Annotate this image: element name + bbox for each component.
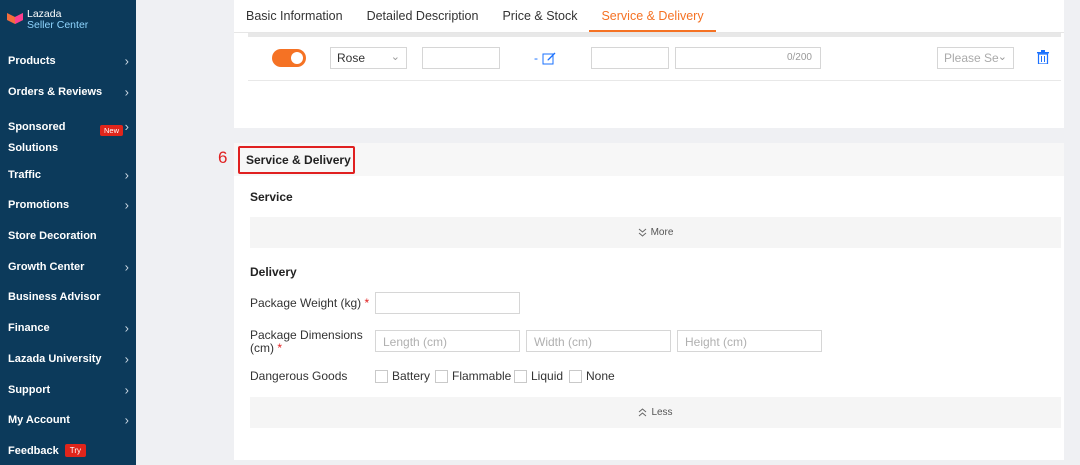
sidebar-item-growth-center[interactable]: Growth Center › [0,251,136,282]
sidebar-item-label: Business Advisor [8,291,101,304]
seller-sku-input[interactable] [422,47,500,69]
none-checkbox[interactable] [569,369,582,383]
sidebar-item-label: Sponsored [8,121,66,134]
service-delivery-card: Service & Delivery Service More Delivery… [234,143,1064,460]
sidebar-item-feedback[interactable]: Feedback Try [0,436,136,465]
service-heading: Service [250,190,293,204]
dangerous-goods-label: Dangerous Goods [250,369,348,383]
chevron-down-icon: ⌄ [997,51,1007,63]
sidebar-item-label: Growth Center [8,260,85,273]
chevron-right-icon: › [124,84,129,100]
required-mark: * [364,296,370,310]
sidebar-item-label: Promotions [8,199,70,212]
tab-bar: Basic Information Detailed Description P… [234,0,716,32]
sidebar-item-label: Lazada University [8,352,102,365]
sidebar-item-products[interactable]: Products › [0,46,136,77]
dangerous-goods-none[interactable]: None [569,369,615,383]
sidebar-item-sponsored-solutions[interactable]: Sponsored Solutions › New [0,107,136,159]
sidebar-item-label: Feedback [8,444,59,457]
chevron-right-icon: › [124,119,129,135]
sidebar-item-my-account[interactable]: My Account › [0,405,136,436]
sidebar-nav: Products › Orders & Reviews › Sponsored … [0,46,136,465]
tab-service-delivery[interactable]: Service & Delivery [589,0,716,32]
package-dimensions-label: Package Dimensions (cm) * [250,328,363,355]
sidebar-item-label: Traffic [8,168,42,181]
sidebar-item-support[interactable]: Support › [0,374,136,405]
tab-price-stock[interactable]: Price & Stock [490,0,589,32]
less-toggle[interactable]: Less [250,397,1061,428]
top-card: Basic Information Detailed Description P… [234,0,1064,128]
highlight-box [238,146,355,174]
chevron-right-icon: › [124,167,129,183]
chevron-right-icon: › [124,259,129,275]
double-chevron-down-icon [638,228,646,237]
chevron-right-icon: › [124,197,129,213]
chevron-right-icon: › [124,351,129,367]
more-label: More [650,227,674,238]
liquid-checkbox[interactable] [514,369,527,383]
sidebar-item-finance[interactable]: Finance › [0,313,136,344]
try-badge: Try [64,444,87,458]
dangerous-goods-liquid[interactable]: Liquid [514,369,563,383]
length-input[interactable]: Length (cm) [375,330,520,352]
variant-row: Rose ⌄ - 0/200 Please Se ⌄ [248,37,1061,81]
sidebar-item-label: My Account [8,414,70,427]
sidebar-item-traffic[interactable]: Traffic › [0,159,136,190]
sidebar-item-lazada-university[interactable]: Lazada University › [0,344,136,375]
new-badge: New [99,125,123,137]
char-counter: 0/200 [786,52,812,63]
more-toggle[interactable]: More [250,217,1061,248]
edit-icon[interactable] [542,51,556,65]
sidebar-item-label: Products [8,55,56,68]
brand-subtitle: Seller Center [27,19,89,31]
chevron-right-icon: › [124,320,129,336]
battery-checkbox[interactable] [375,369,388,383]
trash-icon[interactable] [1037,50,1049,64]
package-weight-label: Package Weight (kg) * [250,296,370,310]
dangerous-goods-flammable[interactable]: Flammable [435,369,511,383]
sidebar-item-business-advisor[interactable]: Business Advisor [0,282,136,313]
free-items-input[interactable]: 0/200 [675,47,821,69]
less-label: Less [651,407,673,418]
chevron-right-icon: › [124,382,129,398]
sidebar-item-orders-reviews[interactable]: Orders & Reviews › [0,77,136,108]
brand-logo[interactable]: Lazada Seller Center [6,9,88,31]
section-header: Service & Delivery [234,143,1064,176]
flammable-checkbox[interactable] [435,369,448,383]
delivery-heading: Delivery [250,265,297,279]
main-content: Basic Information Detailed Description P… [136,0,1080,465]
sidebar-item-store-decoration[interactable]: Store Decoration [0,221,136,252]
lazada-logo-icon [7,13,23,24]
chevron-right-icon: › [124,53,129,69]
step-number: 6 [218,148,228,167]
please-select-value: Please Se [944,51,999,65]
color-select[interactable]: Rose ⌄ [330,47,407,69]
tab-detailed-description[interactable]: Detailed Description [355,0,491,32]
sidebar-item-label: Solutions [8,142,59,155]
chevron-down-icon: ⌄ [390,51,400,63]
price-dash: - [534,51,538,65]
chevron-right-icon: › [124,412,129,428]
package-weight-input[interactable] [375,292,520,314]
sidebar: Lazada Seller Center Products › Orders &… [0,0,136,465]
sidebar-item-label: Finance [8,322,50,335]
height-input[interactable]: Height (cm) [677,330,822,352]
sidebar-item-label: Store Decoration [8,230,97,243]
sidebar-item-promotions[interactable]: Promotions › [0,190,136,221]
sidebar-item-label: Support [8,383,51,396]
stock-input[interactable] [591,47,669,69]
availability-toggle[interactable] [272,49,306,67]
required-mark: * [277,341,283,355]
please-select-dropdown[interactable]: Please Se ⌄ [937,47,1014,69]
sidebar-item-label: Orders & Reviews [8,86,103,99]
dangerous-goods-battery[interactable]: Battery [375,369,430,383]
color-select-value: Rose [337,51,366,65]
tab-basic-information[interactable]: Basic Information [234,0,355,32]
double-chevron-up-icon [639,408,647,417]
width-input[interactable]: Width (cm) [526,330,671,352]
